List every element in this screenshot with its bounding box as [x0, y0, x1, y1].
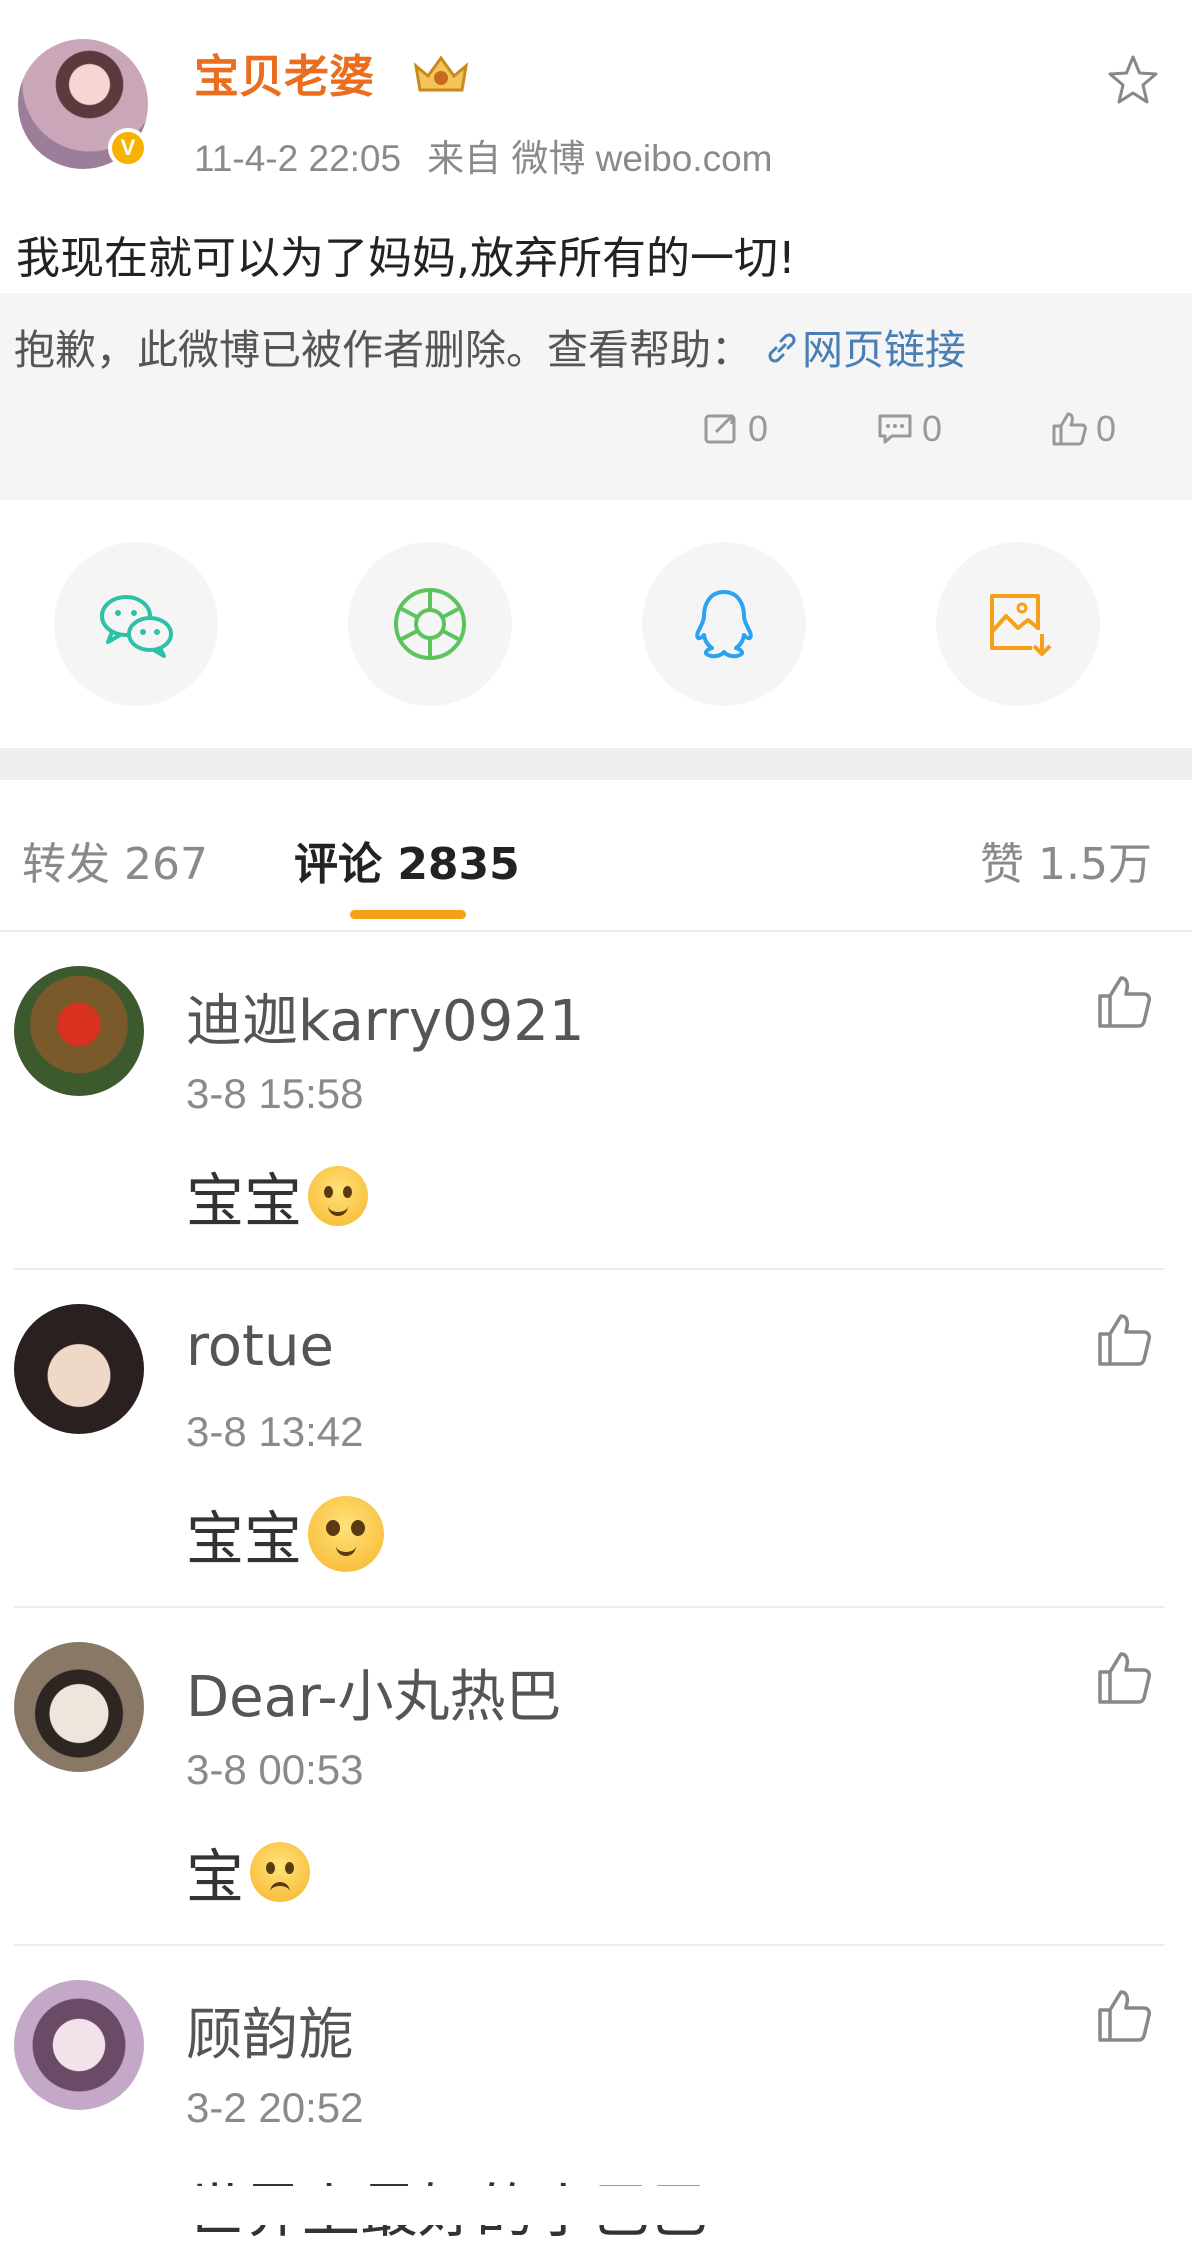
post-text: 我现在就可以为了妈妈,放弃所有的一切!	[16, 233, 796, 284]
qq-icon	[695, 590, 753, 659]
comment-text-row: 宝宝	[186, 1492, 385, 1576]
comment-time: 3-2 20:52	[186, 2084, 364, 2131]
vip-crown-icon	[413, 55, 469, 92]
comment-count: 0	[922, 408, 943, 449]
comment-like-icon[interactable]	[1096, 974, 1152, 1030]
comment-author[interactable]: rotue	[186, 1314, 334, 1379]
comment-text-row: 宝宝	[186, 1154, 369, 1238]
comment-like-icon[interactable]	[1096, 1988, 1152, 2044]
tab-comment[interactable]: 评论 2835	[294, 828, 520, 892]
comment-text: 宝	[186, 1843, 245, 1911]
comment-divider	[14, 1944, 1164, 1946]
web-link-label: 网页链接	[802, 326, 966, 374]
comment-icon	[878, 414, 912, 444]
post-source: 来自 微博 weibo.com	[427, 138, 773, 179]
section-separator	[0, 748, 1192, 780]
favorite-star-icon[interactable]	[1104, 52, 1162, 110]
comment-avatar[interactable]	[14, 1304, 144, 1434]
repost-stat[interactable]: 0	[702, 404, 768, 454]
share-qq-button[interactable]	[642, 542, 806, 706]
moments-icon	[394, 588, 466, 660]
like-count: 0	[1096, 408, 1117, 449]
tabs-divider	[0, 930, 1192, 932]
tab-repost[interactable]: 转发 267	[22, 828, 208, 892]
comment-like-icon[interactable]	[1096, 1312, 1152, 1368]
deleted-notice-text: 抱歉，此微博已被作者删除。查看帮助：	[14, 326, 752, 374]
comment-divider	[14, 1606, 1164, 1608]
link-icon	[768, 333, 796, 363]
share-moments-button[interactable]	[348, 542, 512, 706]
comment-author[interactable]: Dear-小丸热巴	[186, 1652, 562, 1733]
post-meta: 11-4-2 22:05 来自 微博 weibo.com	[194, 128, 773, 182]
comment-author[interactable]: 顾韵旎	[186, 1990, 354, 2071]
comment-avatar[interactable]	[14, 1642, 144, 1772]
deleted-notice: 抱歉，此微博已被作者删除。查看帮助： 网页链接	[14, 316, 966, 376]
blushing-hug-emoji-icon	[308, 1166, 369, 1226]
comment-divider	[14, 1268, 1164, 1270]
comment-time: 3-8 00:53	[186, 1746, 364, 1793]
verified-badge-icon: V	[108, 128, 148, 168]
comment-stat[interactable]: 0	[876, 404, 942, 454]
wechat-icon	[100, 595, 173, 658]
comment-avatar[interactable]	[14, 966, 144, 1096]
tab-like[interactable]: 赞 1.5万	[980, 828, 1152, 892]
comment-text: 宝宝	[186, 1167, 303, 1235]
save-image-icon	[990, 594, 1052, 656]
comment-text-row: 宝	[186, 1830, 311, 1914]
comment-like-icon[interactable]	[1096, 1650, 1152, 1706]
comment-text: 宝宝	[186, 1505, 303, 1573]
comment-author[interactable]: 迪迦karry0921	[186, 976, 584, 1057]
share-wechat-button[interactable]	[54, 542, 218, 706]
like-stat[interactable]: 0	[1050, 404, 1116, 454]
author-name[interactable]: 宝贝老婆	[194, 40, 374, 105]
screen-bottom-edge	[0, 2186, 1192, 2225]
active-tab-indicator	[350, 910, 466, 919]
repost-icon	[704, 414, 736, 444]
pleading-face-emoji-icon	[308, 1496, 385, 1572]
comment-avatar[interactable]	[14, 1980, 144, 2110]
post-time: 11-4-2 22:05	[194, 138, 402, 179]
repost-count: 0	[748, 408, 769, 449]
comment-time: 3-8 15:58	[186, 1070, 364, 1117]
web-link[interactable]: 网页链接	[762, 326, 966, 374]
save-image-button[interactable]	[936, 542, 1100, 706]
comment-time: 3-8 13:42	[186, 1408, 364, 1455]
sad-face-emoji-icon	[250, 1842, 311, 1902]
like-icon	[1052, 412, 1087, 446]
